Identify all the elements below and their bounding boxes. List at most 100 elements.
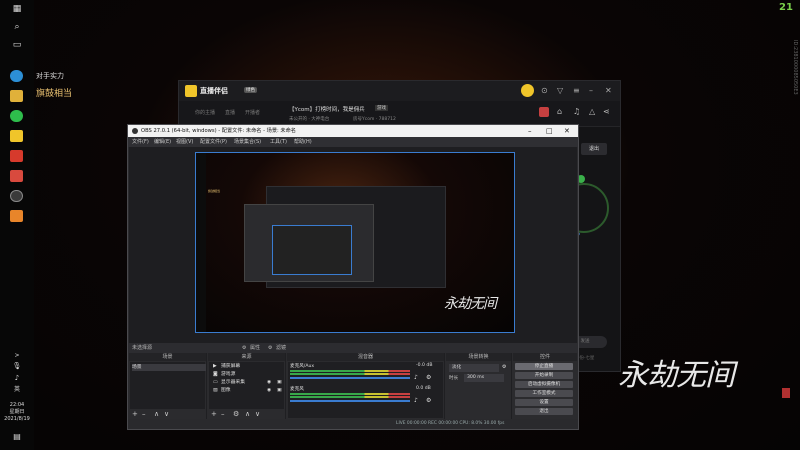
taskbar: ▦ ⌕ ▭ > 🎙 ♪ 英 22:04 星期日 2021/8/19 ▤ xyxy=(0,0,34,450)
add-transition-icon[interactable]: ⚙ xyxy=(502,364,506,370)
exit-obs-button[interactable]: 退出 xyxy=(515,408,573,415)
eye-icon[interactable]: ◉ xyxy=(267,379,271,386)
obs-maximize-icon[interactable]: □ xyxy=(546,125,553,137)
app-icon-box[interactable] xyxy=(10,170,23,182)
folder-icon[interactable] xyxy=(10,90,23,102)
menu-profile[interactable]: 配置文件(P) xyxy=(200,137,227,147)
menu-tools[interactable]: 工具(T) xyxy=(270,137,287,147)
speaker-icon[interactable]: ♪ xyxy=(414,397,418,404)
volume-icon[interactable]: ♪ xyxy=(0,374,34,382)
source-item[interactable]: ▨ 图像 ◉ ▣ xyxy=(211,387,285,394)
app-icon-orange[interactable] xyxy=(10,210,23,222)
desktop-text-1: 对手实力 xyxy=(36,72,64,80)
wechat-icon[interactable] xyxy=(10,110,23,122)
image-icon: ▨ xyxy=(213,388,218,393)
zhibo-right-panel: 退出 ⚙ 发送 一份·七星 xyxy=(559,127,620,371)
volume-slider[interactable] xyxy=(290,400,410,402)
lock-icon[interactable]: ▣ xyxy=(277,387,282,394)
move-up-icon[interactable]: ∧ xyxy=(154,410,159,418)
studio-mode-button[interactable]: 工作室模式 xyxy=(515,390,573,397)
bell-icon[interactable]: ♫ xyxy=(573,107,580,116)
source-settings-icon[interactable]: ⚙ xyxy=(233,410,239,418)
add-scene-icon[interactable]: + xyxy=(132,410,138,418)
top-right-badge: 21 xyxy=(779,2,793,13)
share-icon[interactable]: ⋖ xyxy=(603,107,610,116)
obs-preview[interactable]: 旗鼓相当 永劫无间 xyxy=(129,147,577,343)
virtual-camera-button[interactable]: 启动虚拟摄像机 xyxy=(515,381,573,388)
settings-button[interactable]: 设置 xyxy=(515,399,573,406)
search-icon[interactable]: ⌕ xyxy=(0,22,34,32)
obs-window: OBS 27.0.1 (64-bit, windows) - 配置文件: 未命名… xyxy=(127,124,579,430)
properties-gear-icon[interactable]: ⚙ xyxy=(242,343,246,353)
zhibo-app-icon[interactable] xyxy=(10,130,23,142)
mixer-settings-icon[interactable]: ⚙ xyxy=(426,374,431,381)
lock-icon[interactable]: ⌂ xyxy=(557,107,562,116)
source-item[interactable]: ▶ 捕获屏幕 xyxy=(211,363,285,370)
scenes-list[interactable]: 场景 xyxy=(130,362,206,409)
preview-taskbar xyxy=(196,153,206,332)
mixer-dock-title: 混音器 xyxy=(287,353,444,361)
menu-edit[interactable]: 编辑(E) xyxy=(154,137,171,147)
zhibo-nav-2[interactable]: 直播 xyxy=(225,109,235,116)
filters-gear-icon[interactable]: ⚙ xyxy=(268,343,272,353)
menu-file[interactable]: 文件(F) xyxy=(132,137,149,147)
volume-slider[interactable] xyxy=(290,377,410,379)
remove-scene-icon[interactable]: – xyxy=(142,410,146,418)
edge-icon[interactable] xyxy=(10,70,23,82)
mic-icon[interactable]: 🎙 xyxy=(0,362,34,370)
add-source-icon[interactable]: + xyxy=(211,410,217,418)
obs-close-icon[interactable]: ✕ xyxy=(564,125,570,137)
duration-input[interactable]: 300 ms xyxy=(464,374,504,382)
source-item[interactable]: ▭ 显示器采集 ◉ ▣ xyxy=(211,379,285,386)
start-recording-button[interactable]: 开始录制 xyxy=(515,372,573,379)
version-badge: 绿色 xyxy=(244,87,257,93)
notice-icon[interactable]: ⊙ xyxy=(541,86,548,95)
menu-scene-collection[interactable]: 场景集合(S) xyxy=(234,137,261,147)
ime-indicator[interactable]: 英 xyxy=(0,384,34,393)
mixer-channel-name: 麦克风 xyxy=(290,387,304,392)
menu-help[interactable]: 帮助(H) xyxy=(294,137,312,147)
close-icon[interactable]: ✕ xyxy=(605,86,612,95)
lock-icon[interactable]: ▣ xyxy=(277,379,282,386)
shirt-icon[interactable]: ▽ xyxy=(557,86,563,95)
zhibo-nav-3[interactable]: 开播者 xyxy=(245,109,260,116)
obs-minimize-icon[interactable]: – xyxy=(528,125,532,137)
zhibo-nav-1[interactable]: 你的主播 xyxy=(195,109,215,116)
task-view-icon[interactable]: ▭ xyxy=(0,40,34,50)
properties-button[interactable]: 属性 xyxy=(250,343,260,353)
transitions-dock: 场景转换 淡化 ⚙ 时长 300 ms xyxy=(446,353,512,419)
source-name: 游戏源 xyxy=(221,372,236,377)
mixer-settings-icon[interactable]: ⚙ xyxy=(426,397,431,404)
sources-list[interactable]: ▶ 捕获屏幕 ◙ 游戏源 ▭ 显示器采集 ◉ ▣ ▨ 图像 ◉ ▣ xyxy=(209,362,284,409)
transition-select[interactable]: 淡化 xyxy=(449,364,499,372)
obs-preview-canvas[interactable]: 旗鼓相当 永劫无间 xyxy=(195,152,515,333)
exit-button[interactable]: 退出 xyxy=(581,143,607,155)
eye-icon[interactable]: ◉ xyxy=(267,387,271,394)
menu-view[interactable]: 视图(V) xyxy=(176,137,193,147)
obs-icon[interactable] xyxy=(10,190,23,202)
obs-logo-icon xyxy=(132,128,138,134)
filters-button[interactable]: 滤镜 xyxy=(276,343,286,353)
speaker-icon[interactable]: ♪ xyxy=(414,374,418,381)
bell-notification-icon[interactable]: △ xyxy=(589,107,595,116)
obs-statusbar: LIVE 00:00:00 REC 00:00:00 CPU: 8.0% 30.… xyxy=(128,419,578,429)
chevron-up-icon[interactable]: > xyxy=(0,352,34,359)
source-up-icon[interactable]: ∧ xyxy=(245,410,250,418)
notification-icon[interactable]: ▤ xyxy=(0,432,34,441)
zhibo-app-name: 直播伴侣 xyxy=(200,87,228,95)
scene-item[interactable]: 场景 xyxy=(132,364,206,371)
app-icon-red[interactable] xyxy=(10,150,23,162)
remove-source-icon[interactable]: – xyxy=(221,410,225,418)
stop-streaming-button[interactable]: 停止直播 xyxy=(515,363,573,370)
start-icon[interactable]: ▦ xyxy=(0,4,34,14)
move-down-icon[interactable]: ∨ xyxy=(164,410,169,418)
source-item[interactable]: ◙ 游戏源 xyxy=(211,371,285,378)
menu-icon[interactable]: ≡ xyxy=(573,86,580,95)
avatar[interactable] xyxy=(521,84,534,97)
gift-box-icon[interactable] xyxy=(539,107,549,117)
sources-dock-title: 来源 xyxy=(208,353,285,361)
source-down-icon[interactable]: ∨ xyxy=(255,410,260,418)
minimize-icon[interactable]: – xyxy=(589,86,593,95)
clock-time[interactable]: 22:04 xyxy=(0,402,34,409)
zhibo-logo-icon xyxy=(185,85,197,97)
